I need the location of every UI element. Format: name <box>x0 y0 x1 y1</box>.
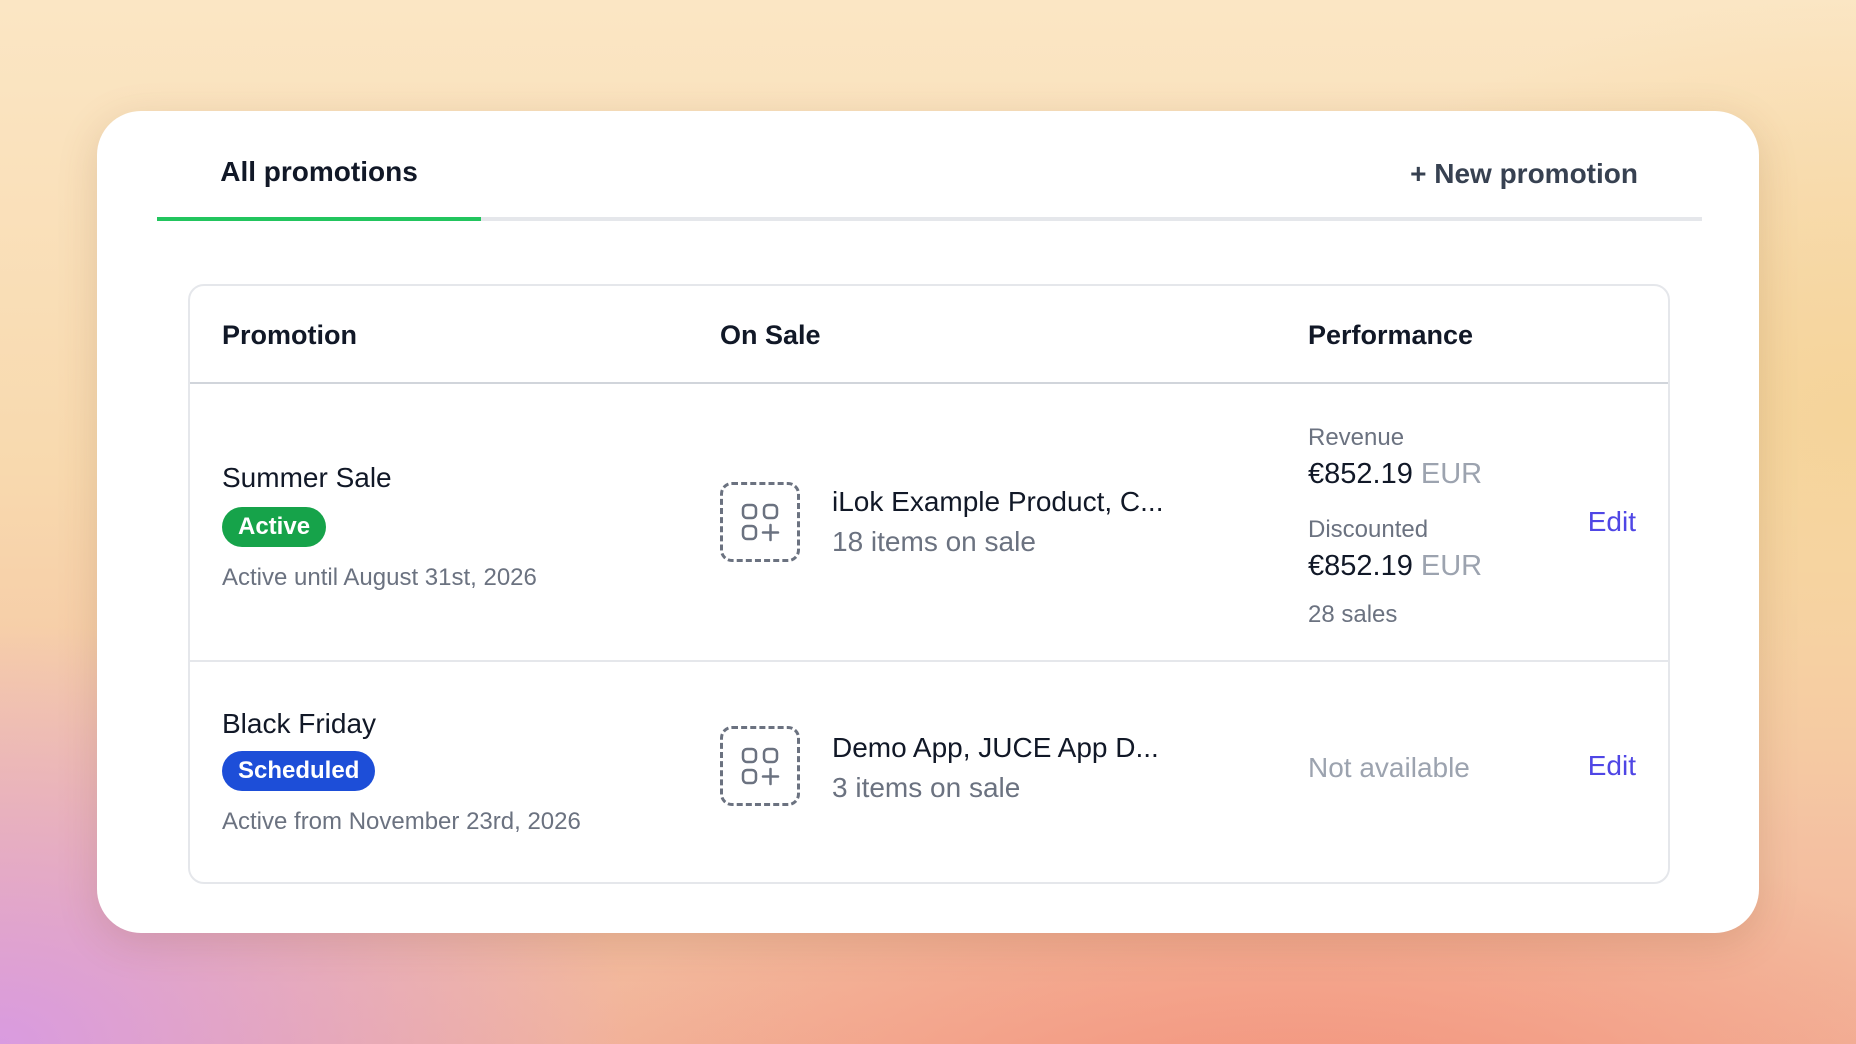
new-promotion-button[interactable]: + New promotion <box>1410 111 1638 221</box>
header-on-sale: On Sale <box>720 319 821 350</box>
edit-link[interactable]: Edit <box>1588 506 1636 538</box>
discounted-label: Discounted <box>1308 516 1429 543</box>
status-badge: Scheduled <box>222 751 376 791</box>
product-names: Demo App, JUCE App D... <box>832 732 1159 763</box>
sales-count: 28 sales <box>1308 601 1398 628</box>
promotion-name: Summer Sale <box>222 462 392 493</box>
items-on-sale: 18 items on sale <box>832 526 1036 557</box>
tab-bar: All promotions + New promotion <box>157 111 1702 221</box>
promotions-table: Promotion On Sale Performance Summer Sal… <box>188 284 1670 884</box>
discounted-currency: EUR <box>1420 550 1483 582</box>
promotion-date: Active until August 31st, 2026 <box>222 564 537 591</box>
promotion-date: Active from November 23rd, 2026 <box>222 808 581 835</box>
items-on-sale: 3 items on sale <box>832 772 1021 803</box>
performance-not-available: Not available <box>1308 752 1470 783</box>
add-grid-icon <box>720 726 800 806</box>
revenue-currency: EUR <box>1420 458 1483 490</box>
add-grid-icon <box>720 482 800 562</box>
table-row: Black Friday Scheduled Active from Novem… <box>190 662 1668 882</box>
promotion-name: Black Friday <box>222 708 377 739</box>
edit-link[interactable]: Edit <box>1588 750 1636 782</box>
discounted-value: €852.19 EUR <box>1308 550 1482 583</box>
discounted-amount: €852.19 <box>1308 550 1413 582</box>
revenue-label: Revenue <box>1308 424 1405 451</box>
promotions-card: All promotions + New promotion Promotion… <box>97 111 1759 933</box>
revenue-amount: €852.19 <box>1308 458 1413 490</box>
revenue-value: €852.19 EUR <box>1308 458 1482 491</box>
header-promotion: Promotion <box>222 319 357 350</box>
status-badge: Active <box>222 507 327 547</box>
header-performance: Performance <box>1308 319 1474 350</box>
table-header: Promotion On Sale Performance <box>190 286 1668 384</box>
table-row: Summer Sale Active Active until August 3… <box>190 384 1668 662</box>
product-names: iLok Example Product, C... <box>832 486 1164 517</box>
tab-all-promotions[interactable]: All promotions <box>157 111 481 221</box>
